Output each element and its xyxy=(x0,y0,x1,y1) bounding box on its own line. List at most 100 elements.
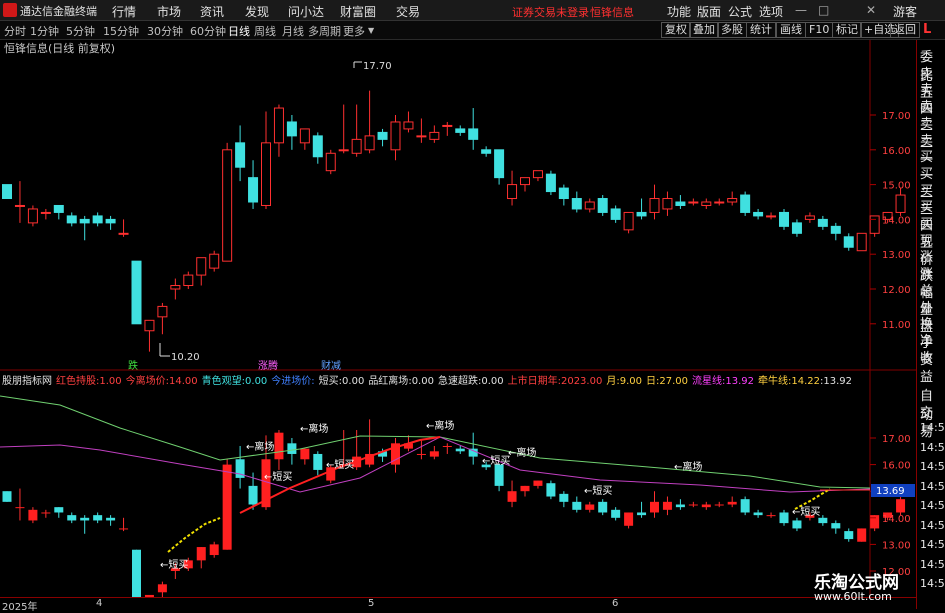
ind-candle-body xyxy=(611,509,621,518)
menu-formula[interactable]: 公式 xyxy=(728,3,752,20)
period-1min[interactable]: 1分钟 xyxy=(30,23,59,39)
candle-body xyxy=(66,215,77,224)
ind-candle-body xyxy=(287,443,297,454)
date-april: 4 xyxy=(96,598,103,609)
indicator-param-label: 日 xyxy=(646,376,656,387)
menu-options[interactable]: 选项 xyxy=(759,3,783,20)
side-time-tick: 14:56 xyxy=(920,479,945,493)
indicator-param-label: 上市日期年 xyxy=(508,374,558,387)
quote-side-panel: L 委比 卖五 卖四 卖三 卖二 卖一 买一 买二 买三 买四 买五 现价 涨跌 涨幅 总量 外盘 换手 净资 收益… xyxy=(916,22,945,609)
ind-candle-body xyxy=(844,531,854,540)
guest-label[interactable]: 游客 xyxy=(893,3,917,20)
leave-label-5: ←离场 xyxy=(674,460,702,473)
menu-wealth[interactable]: 财富圈 xyxy=(340,3,376,20)
indicator-param-label: 月 xyxy=(606,375,616,387)
candle-body xyxy=(714,201,725,204)
period-multi[interactable]: 多周期 xyxy=(308,23,341,39)
side-item[interactable]: 收益 xyxy=(920,347,945,385)
candle-body xyxy=(662,198,673,210)
candle-body xyxy=(157,305,168,318)
multi-stock-button[interactable]: 多股 xyxy=(717,22,747,38)
menu-function[interactable]: 功能 xyxy=(667,3,691,20)
indicator-param-value: 1.00 xyxy=(99,376,121,387)
candle-body xyxy=(494,149,505,179)
indicator-name: 股朋指标网 xyxy=(2,374,52,387)
indicator-param-value: 14.22 xyxy=(791,376,820,387)
candle-body xyxy=(779,211,789,227)
candle-body xyxy=(791,222,802,234)
f10-button[interactable]: F10 xyxy=(805,22,834,38)
indicator-param-value: 0.00 xyxy=(245,376,267,387)
candle-body xyxy=(286,121,297,137)
ind-candle-body xyxy=(41,512,51,514)
side-level-label: L xyxy=(923,22,932,37)
price-tag: 13.69 xyxy=(876,486,905,497)
menu-discover[interactable]: 发现 xyxy=(245,3,269,20)
menu-layout[interactable]: 版面 xyxy=(697,3,721,20)
ind-candle-body xyxy=(688,504,698,506)
restore-button[interactable]: □ xyxy=(818,3,829,17)
main-y-tick: 14.00 xyxy=(882,215,911,226)
period-15min[interactable]: 15分钟 xyxy=(103,23,139,39)
period-daily[interactable]: 日线 xyxy=(228,23,250,39)
ind-candle-body xyxy=(209,544,219,556)
period-monthly[interactable]: 月线 xyxy=(282,23,304,39)
side-time-tick: 14:56 xyxy=(920,518,945,532)
candle-body xyxy=(196,257,207,276)
period-5min[interactable]: 5分钟 xyxy=(66,23,95,39)
candle-body xyxy=(235,142,246,168)
ind-candle-body xyxy=(727,501,737,505)
ind-candle-body xyxy=(792,520,802,529)
candle-body xyxy=(248,177,259,203)
candle-body xyxy=(14,204,25,207)
period-timeshare[interactable]: 分时 xyxy=(4,23,26,39)
main-chart-title: 恒锋信息(日线 前复权) xyxy=(4,41,115,55)
ind-candle-body xyxy=(274,432,284,460)
draw-line-button[interactable]: 画线 xyxy=(776,22,806,38)
back-button[interactable]: 返回 xyxy=(890,22,920,38)
more-dropdown-icon[interactable]: ▼ xyxy=(368,26,374,35)
menu-ask[interactable]: 问小达 xyxy=(288,3,324,20)
mark-button[interactable]: 标记 xyxy=(832,22,862,38)
stock-name-header: 恒锋信息 xyxy=(590,6,634,19)
ind-candle-body xyxy=(766,515,776,517)
ind-candle-body xyxy=(455,448,465,452)
main-candle-group xyxy=(2,90,906,352)
menu-news[interactable]: 资讯 xyxy=(200,3,224,20)
watermark-url: www.60lt.com xyxy=(814,590,892,603)
stats-button[interactable]: 统计 xyxy=(746,22,776,38)
menu-quotes[interactable]: 行情 xyxy=(112,3,136,20)
period-weekly[interactable]: 周线 xyxy=(254,23,276,39)
ind-candle-body xyxy=(818,517,828,524)
candle-body xyxy=(507,184,518,200)
adjust-button[interactable]: 复权 xyxy=(661,22,691,38)
ind-candle-body xyxy=(28,509,38,521)
candle-body xyxy=(209,253,220,269)
candle-body xyxy=(817,218,828,227)
main-y-tick: 17.00 xyxy=(882,111,911,122)
ind-candle-body xyxy=(67,515,77,521)
period-60min[interactable]: 60分钟 xyxy=(190,23,226,39)
candle-body xyxy=(481,149,492,154)
minimize-button[interactable]: — xyxy=(795,3,807,17)
menu-market[interactable]: 市场 xyxy=(157,3,181,20)
candle-body xyxy=(804,215,815,220)
candle-body xyxy=(53,204,64,213)
candle-body xyxy=(222,149,233,262)
candle-body xyxy=(183,274,194,287)
period-30min[interactable]: 30分钟 xyxy=(147,23,183,39)
period-more[interactable]: 更多 xyxy=(343,23,365,39)
login-warning[interactable]: 证券交易未登录 xyxy=(512,4,589,20)
close-button[interactable]: ✕ xyxy=(866,3,876,17)
buy-label-3: ←短买 xyxy=(482,454,510,467)
buy-label-5: ←短买 xyxy=(792,505,820,518)
ind-candle-body xyxy=(701,504,711,508)
indicator-param-label: 红色持股 xyxy=(56,374,96,387)
candle-body xyxy=(351,138,362,154)
overlay-button[interactable]: 叠加 xyxy=(689,22,719,38)
menu-bar: 通达信金融终端 行情 市场 资讯 发现 问小达 财富圈 交易 证券交易未登录 恒… xyxy=(0,0,945,21)
menu-trade[interactable]: 交易 xyxy=(396,3,420,20)
leave-label-3: ←离场 xyxy=(426,419,454,432)
ind-candle-body xyxy=(572,501,582,510)
chart-area[interactable]: 17.00 16.00 15.00 14.00 13.00 12.00 11.00 17.0… xyxy=(0,40,916,597)
